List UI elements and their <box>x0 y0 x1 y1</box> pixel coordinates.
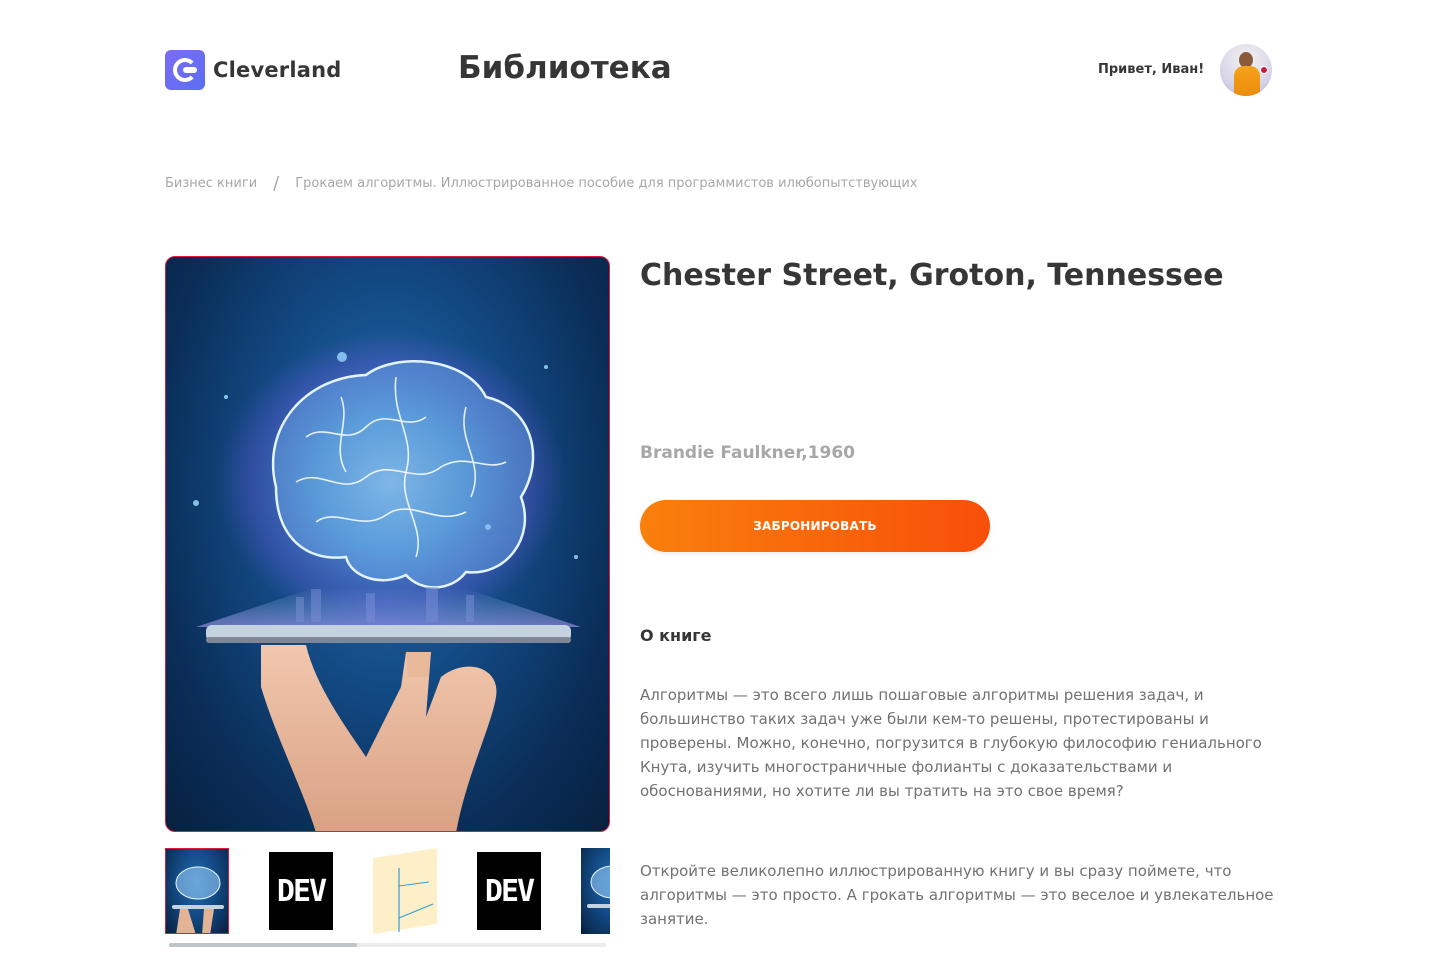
thumbnail-3[interactable] <box>373 848 437 934</box>
book-author-year: Brandie Faulkner,1960 <box>640 443 855 463</box>
breadcrumb-category-link[interactable]: Бизнес книги <box>165 176 257 191</box>
logo[interactable]: Cleverland <box>165 50 342 90</box>
breadcrumb: Бизнес книги / Грокаем алгоритмы. Иллюст… <box>165 173 918 194</box>
about-book-heading: О книге <box>640 626 712 645</box>
user-greeting: Привет, Иван! <box>1098 62 1205 77</box>
thumbnail-scrollbar[interactable] <box>169 943 606 947</box>
book-description-paragraph-1: Алгоритмы — это всего лишь пошаговые алг… <box>640 686 1262 800</box>
logo-text: Cleverland <box>213 58 342 82</box>
breadcrumb-current: Грокаем алгоритмы. Иллюстрированное посо… <box>295 176 918 191</box>
scrollbar-thumb[interactable] <box>169 943 357 947</box>
avatar[interactable] <box>1220 44 1272 96</box>
dev-logo-icon: DEV <box>477 852 541 930</box>
thumbnail-gallery: DEV DEV <box>165 848 610 938</box>
reserve-button[interactable]: ЗАБРОНИРОВАТЬ <box>640 500 990 552</box>
thumbnail-4[interactable]: DEV <box>477 848 541 934</box>
page-title: Библиотека <box>458 50 672 86</box>
book-cover-image <box>165 256 610 832</box>
book-description-paragraph-2: Откройте великолепно иллюстрированную кн… <box>640 862 1274 928</box>
book-title: Chester Street, Groton, Tennessee <box>640 258 1224 293</box>
breadcrumb-separator: / <box>273 173 280 194</box>
thumbnail-2[interactable]: DEV <box>269 848 333 934</box>
cleverland-logo-icon <box>165 50 205 90</box>
thumbnail-5[interactable] <box>581 848 610 934</box>
thumbnail-1[interactable] <box>165 848 229 934</box>
dev-logo-icon: DEV <box>269 852 333 930</box>
